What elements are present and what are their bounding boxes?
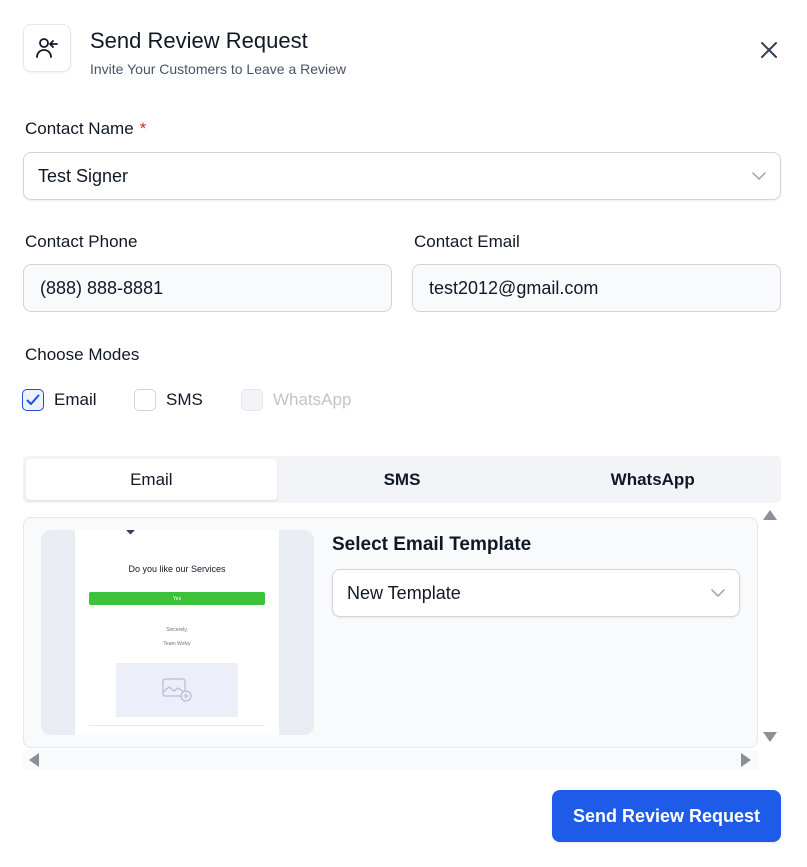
required-mark: * <box>139 119 147 138</box>
contact-name-label: Contact Name * <box>25 119 147 138</box>
tab-whatsapp[interactable]: WhatsApp <box>527 459 778 500</box>
tab-sms[interactable]: SMS <box>277 459 528 500</box>
mode-email-label: Email <box>54 390 97 409</box>
mode-sms-checkbox[interactable]: SMS <box>134 389 203 411</box>
email-template-preview: Do you like our Services Yes Sincerely, … <box>41 530 314 735</box>
scroll-up-icon[interactable] <box>763 510 777 520</box>
close-icon <box>761 42 777 58</box>
tab-email[interactable]: Email <box>26 459 277 500</box>
contact-email-value: test2012@gmail.com <box>429 277 599 298</box>
dialog-subtitle: Invite Your Customers to Leave a Review <box>90 61 347 77</box>
scroll-right-icon[interactable] <box>741 753 751 767</box>
mode-sms-label: SMS <box>166 390 203 409</box>
contact-email-input[interactable]: test2012@gmail.com <box>412 264 781 312</box>
contact-phone-input[interactable]: (888) 888-8881 <box>23 264 392 312</box>
header-icon-box <box>23 24 71 72</box>
email-template-select[interactable]: New Template <box>332 569 740 617</box>
preview-image-placeholder <box>116 663 238 717</box>
contact-phone-label: Contact Phone <box>25 232 138 251</box>
choose-modes-label: Choose Modes <box>25 345 140 364</box>
select-email-template-label: Select Email Template <box>332 534 532 555</box>
image-add-icon <box>162 678 192 702</box>
mode-whatsapp-checkbox: WhatsApp <box>241 389 351 411</box>
preview-divider <box>89 725 265 726</box>
preview-signoff: Sincerely, <box>166 627 188 633</box>
contact-name-value: Test Signer <box>38 165 129 186</box>
checkbox-unchecked[interactable] <box>134 389 156 411</box>
preview-logo-mark <box>125 530 136 535</box>
chevron-down-icon <box>752 172 766 180</box>
vertical-scrollbar[interactable] <box>760 508 780 746</box>
checkbox-checked[interactable] <box>22 389 44 411</box>
preview-page: Do you like our Services Yes Sincerely, … <box>75 530 279 735</box>
scroll-down-icon[interactable] <box>763 732 777 742</box>
contact-email-label: Contact Email <box>414 232 520 251</box>
check-icon <box>26 394 40 405</box>
contact-phone-value: (888) 888-8881 <box>40 277 164 298</box>
checkbox-disabled <box>241 389 263 411</box>
preview-yes-button: Yes <box>89 592 265 605</box>
scroll-left-icon[interactable] <box>29 753 39 767</box>
send-review-request-button[interactable]: Send Review Request <box>552 790 781 842</box>
close-button[interactable] <box>756 37 782 63</box>
user-return-icon <box>36 38 58 58</box>
horizontal-scrollbar[interactable] <box>23 750 758 770</box>
mode-email-checkbox[interactable]: Email <box>22 389 97 411</box>
contact-name-select[interactable]: Test Signer <box>23 152 781 200</box>
email-template-panel: Do you like our Services Yes Sincerely, … <box>23 517 758 748</box>
mode-tabs: Email SMS WhatsApp <box>23 456 781 503</box>
dialog-title: Send Review Request <box>90 28 308 53</box>
chevron-down-icon <box>711 589 725 597</box>
preview-signer: Team Wolvy <box>163 641 191 647</box>
email-template-value: New Template <box>347 582 461 603</box>
preview-heading: Do you like our Services <box>128 564 226 574</box>
mode-whatsapp-label: WhatsApp <box>273 390 352 409</box>
